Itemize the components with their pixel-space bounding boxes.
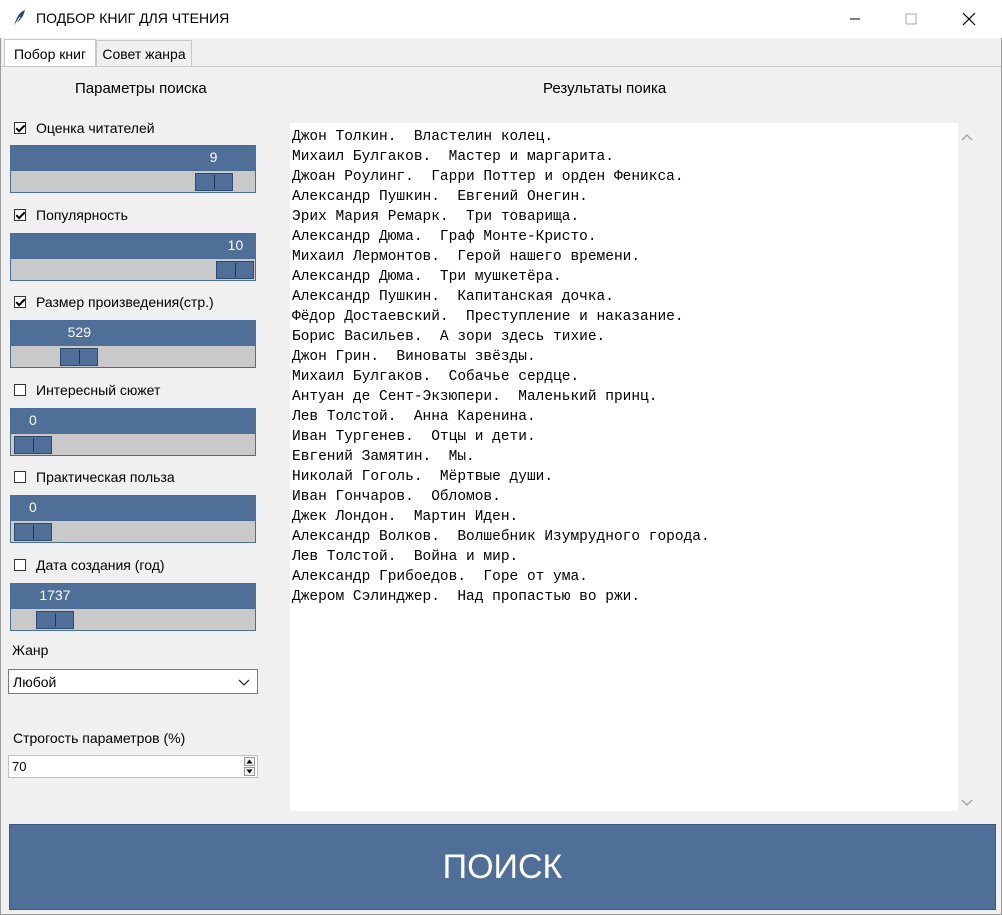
genre-dropdown[interactable]: Любой	[8, 669, 258, 694]
search-button[interactable]: ПОИСК	[9, 824, 996, 910]
result-item: Михаил Булгаков. Собачье сердце.	[292, 369, 580, 385]
checkbox-popularity[interactable]: Популярность	[14, 205, 128, 225]
slider-value: 0	[29, 412, 37, 428]
checkbox-plot[interactable]: Интересный сюжет	[14, 380, 160, 400]
result-item: Джером Сэлинджер. Над пропастью во ржи.	[292, 589, 641, 605]
result-item: Иван Тургенев. Отцы и дети.	[292, 429, 536, 445]
slider-plot[interactable]: 0	[10, 408, 256, 456]
checkbox-rating[interactable]: Оценка читателей	[14, 118, 155, 138]
slider-rating[interactable]: 9	[10, 145, 256, 193]
result-item: Антуан де Сент-Экзюпери. Маленький принц…	[292, 389, 658, 405]
result-item: Иван Гончаров. Обломов.	[292, 489, 501, 505]
tab-genre-advice[interactable]: Совет жанра	[96, 40, 192, 66]
scroll-down-button[interactable]	[961, 795, 973, 811]
chevron-up-icon	[961, 134, 973, 141]
slider-value: 10	[227, 237, 244, 253]
result-item: Александр Грибоедов. Горе от ума.	[292, 569, 588, 585]
result-item: Фёдор Достаевский. Преступление и наказа…	[292, 309, 684, 325]
tab-book-selection[interactable]: Побор книг	[4, 39, 96, 67]
slider-trough[interactable]	[11, 520, 255, 542]
result-item: Джон Грин. Виноваты звёзды.	[292, 349, 536, 365]
chevron-down-icon[interactable]	[237, 675, 251, 689]
result-item: Александр Пушкин. Евгений Онегин.	[292, 189, 588, 205]
result-item: Борис Васильев. А зори здесь тихие.	[292, 329, 606, 345]
result-item: Александр Волков. Волшебник Изумрудного …	[292, 529, 710, 545]
strictness-value: 70	[12, 759, 27, 774]
result-item: Александр Дюма. Граф Монте-Кристо.	[292, 229, 597, 245]
slider-popularity[interactable]: 10	[10, 233, 256, 281]
result-item: Николай Гоголь. Мёртвые души.	[292, 469, 554, 485]
checkbox-label: Популярность	[36, 207, 128, 223]
result-item: Лев Толстой. Война и мир.	[292, 549, 519, 565]
slider-practical[interactable]: 0	[10, 495, 256, 543]
minimize-button[interactable]	[832, 0, 878, 38]
checkbox-label: Дата создания (год)	[36, 557, 165, 573]
result-item: Эрих Мария Ремарк. Три товарища.	[292, 209, 580, 225]
result-item: Александр Пушкин. Капитанская дочка.	[292, 289, 614, 305]
checkbox-size[interactable]: Размер произведения(стр.)	[14, 292, 214, 312]
checkbox-box[interactable]	[14, 559, 26, 571]
slider-trough[interactable]	[11, 433, 255, 455]
slider-handle[interactable]	[194, 173, 233, 191]
slider-handle[interactable]	[13, 523, 52, 541]
result-item: Лев Толстой. Анна Каренина.	[292, 409, 536, 425]
window-title: ПОДБОР КНИГ ДЛЯ ЧТЕНИЯ	[36, 10, 230, 26]
scroll-up-button[interactable]	[961, 129, 973, 145]
result-item: Михаил Лермонтов. Герой нашего времени.	[292, 249, 641, 265]
slider-trough[interactable]	[11, 170, 255, 192]
checkbox-box[interactable]	[14, 296, 26, 308]
minimize-icon	[850, 18, 860, 20]
spin-up-icon[interactable]	[244, 757, 255, 766]
genre-label: Жанр	[12, 642, 49, 658]
result-item: Михаил Булгаков. Мастер и маргарита.	[292, 149, 614, 165]
checkbox-date[interactable]: Дата создания (год)	[14, 555, 165, 575]
slider-value: 0	[29, 499, 37, 515]
checkbox-label: Интересный сюжет	[36, 382, 161, 398]
strictness-label: Строгость параметров (%)	[13, 730, 186, 746]
slider-size[interactable]: 529	[10, 320, 256, 368]
result-item: Джоан Роулинг. Гарри Поттер и орден Фени…	[292, 169, 684, 185]
slider-trough[interactable]	[11, 345, 255, 367]
result-item: Александр Дюма. Три мушкетёра.	[292, 269, 562, 285]
checkbox-label: Практическая польза	[36, 469, 175, 485]
results-textbox[interactable]: Джон Толкин. Властелин колец. Михаил Булг…	[290, 123, 958, 811]
slider-handle[interactable]	[35, 611, 74, 629]
checkbox-practical[interactable]: Практическая польза	[14, 467, 175, 487]
checkbox-box[interactable]	[14, 122, 26, 134]
params-heading: Параметры поиска	[75, 80, 207, 97]
maximize-icon	[905, 13, 917, 25]
result-item: Джек Лондон. Мартин Иден.	[292, 509, 519, 525]
window-border-left	[0, 38, 1, 915]
genre-selected-value: Любой	[13, 673, 57, 690]
slider-date[interactable]: 1737	[10, 583, 256, 631]
close-button[interactable]	[946, 0, 992, 38]
results-list: Джон Толкин. Властелин колец. Михаил Булг…	[292, 127, 710, 607]
results-heading: Результаты поика	[543, 80, 667, 97]
slider-value: 1737	[39, 587, 71, 603]
close-icon	[962, 12, 976, 26]
checkbox-label: Оценка читателей	[36, 120, 155, 136]
result-item: Евгений Замятин. Мы.	[292, 449, 475, 465]
slider-value: 529	[67, 324, 91, 340]
checkbox-box[interactable]	[14, 471, 26, 483]
checkbox-box[interactable]	[14, 384, 26, 396]
tab-divider	[1, 66, 1001, 67]
spin-down-icon[interactable]	[244, 767, 255, 776]
checkbox-box[interactable]	[14, 209, 26, 221]
slider-trough[interactable]	[11, 258, 255, 280]
strictness-spinbox[interactable]: 70	[8, 755, 258, 778]
slider-handle[interactable]	[216, 261, 255, 279]
feather-icon	[10, 9, 28, 29]
slider-handle[interactable]	[60, 348, 99, 366]
checkbox-label: Размер произведения(стр.)	[36, 294, 214, 310]
chevron-down-icon	[961, 799, 973, 806]
slider-trough[interactable]	[11, 608, 255, 630]
result-item: Джон Толкин. Властелин колец.	[292, 129, 554, 145]
maximize-button[interactable]	[888, 0, 934, 38]
slider-value: 9	[209, 149, 218, 165]
slider-handle[interactable]	[13, 436, 52, 454]
